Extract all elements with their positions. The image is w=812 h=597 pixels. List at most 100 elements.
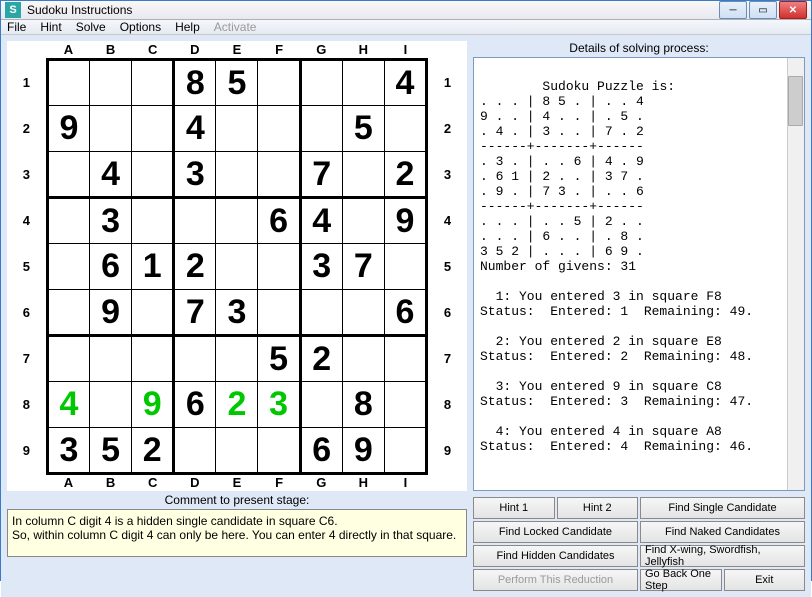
cell-F2[interactable] bbox=[258, 105, 300, 151]
cell-D1[interactable]: 8 bbox=[174, 59, 216, 105]
cell-H5[interactable]: 7 bbox=[342, 243, 384, 289]
cell-B3[interactable]: 4 bbox=[90, 151, 132, 197]
cell-F7[interactable]: 5 bbox=[258, 335, 300, 381]
cell-E3[interactable] bbox=[216, 151, 258, 197]
cell-H2[interactable]: 5 bbox=[342, 105, 384, 151]
cell-F1[interactable] bbox=[258, 59, 300, 105]
cell-B4[interactable]: 3 bbox=[90, 197, 132, 243]
cell-C5[interactable]: 1 bbox=[132, 243, 174, 289]
cell-H7[interactable] bbox=[342, 335, 384, 381]
cell-A6[interactable] bbox=[47, 289, 89, 335]
cell-I5[interactable] bbox=[384, 243, 426, 289]
menu-file[interactable]: File bbox=[7, 20, 26, 34]
cell-E9[interactable] bbox=[216, 427, 258, 473]
cell-A7[interactable] bbox=[47, 335, 89, 381]
cell-F5[interactable] bbox=[258, 243, 300, 289]
cell-G8[interactable] bbox=[300, 381, 342, 427]
cell-B2[interactable] bbox=[90, 105, 132, 151]
maximize-button[interactable]: ▭ bbox=[749, 1, 777, 19]
find-xwing-button[interactable]: Find X-wing, Swordfish, Jellyfish bbox=[640, 545, 805, 567]
cell-E7[interactable] bbox=[216, 335, 258, 381]
cell-G6[interactable] bbox=[300, 289, 342, 335]
cell-D2[interactable]: 4 bbox=[174, 105, 216, 151]
find-single-button[interactable]: Find Single Candidate bbox=[640, 497, 805, 519]
cell-H6[interactable] bbox=[342, 289, 384, 335]
cell-H3[interactable] bbox=[342, 151, 384, 197]
sudoku-board[interactable]: ABCDEFGHI1854129452343723436494561237569… bbox=[7, 41, 467, 491]
cell-C1[interactable] bbox=[132, 59, 174, 105]
cell-C3[interactable] bbox=[132, 151, 174, 197]
menu-help[interactable]: Help bbox=[175, 20, 200, 34]
cell-C7[interactable] bbox=[132, 335, 174, 381]
cell-G2[interactable] bbox=[300, 105, 342, 151]
cell-I3[interactable]: 2 bbox=[384, 151, 426, 197]
cell-H8[interactable]: 8 bbox=[342, 381, 384, 427]
cell-A5[interactable] bbox=[47, 243, 89, 289]
cell-B6[interactable]: 9 bbox=[90, 289, 132, 335]
cell-I2[interactable] bbox=[384, 105, 426, 151]
cell-H4[interactable] bbox=[342, 197, 384, 243]
menu-hint[interactable]: Hint bbox=[40, 20, 61, 34]
menu-options[interactable]: Options bbox=[120, 20, 161, 34]
cell-I1[interactable]: 4 bbox=[384, 59, 426, 105]
cell-A1[interactable] bbox=[47, 59, 89, 105]
find-hidden-button[interactable]: Find Hidden Candidates bbox=[473, 545, 638, 567]
cell-E5[interactable] bbox=[216, 243, 258, 289]
cell-G3[interactable]: 7 bbox=[300, 151, 342, 197]
minimize-button[interactable]: ─ bbox=[719, 1, 747, 19]
cell-I4[interactable]: 9 bbox=[384, 197, 426, 243]
cell-F6[interactable] bbox=[258, 289, 300, 335]
cell-E4[interactable] bbox=[216, 197, 258, 243]
cell-B9[interactable]: 5 bbox=[90, 427, 132, 473]
cell-B1[interactable] bbox=[90, 59, 132, 105]
solving-log[interactable]: Sudoku Puzzle is: . . . | 8 5 . | . . 4 … bbox=[473, 57, 805, 491]
cell-D7[interactable] bbox=[174, 335, 216, 381]
cell-C6[interactable] bbox=[132, 289, 174, 335]
cell-A4[interactable] bbox=[47, 197, 89, 243]
cell-C8[interactable]: 9 bbox=[132, 381, 174, 427]
cell-C9[interactable]: 2 bbox=[132, 427, 174, 473]
cell-H9[interactable]: 9 bbox=[342, 427, 384, 473]
cell-E2[interactable] bbox=[216, 105, 258, 151]
cell-F9[interactable] bbox=[258, 427, 300, 473]
cell-H1[interactable] bbox=[342, 59, 384, 105]
cell-I6[interactable]: 6 bbox=[384, 289, 426, 335]
cell-A2[interactable]: 9 bbox=[47, 105, 89, 151]
cell-D5[interactable]: 2 bbox=[174, 243, 216, 289]
hint1-button[interactable]: Hint 1 bbox=[473, 497, 555, 519]
cell-F4[interactable]: 6 bbox=[258, 197, 300, 243]
cell-D9[interactable] bbox=[174, 427, 216, 473]
exit-button[interactable]: Exit bbox=[724, 569, 806, 591]
cell-B8[interactable] bbox=[90, 381, 132, 427]
cell-F8[interactable]: 3 bbox=[258, 381, 300, 427]
cell-A8[interactable]: 4 bbox=[47, 381, 89, 427]
cell-C2[interactable] bbox=[132, 105, 174, 151]
cell-G1[interactable] bbox=[300, 59, 342, 105]
cell-G5[interactable]: 3 bbox=[300, 243, 342, 289]
cell-F3[interactable] bbox=[258, 151, 300, 197]
find-locked-button[interactable]: Find Locked Candidate bbox=[473, 521, 638, 543]
cell-E1[interactable]: 5 bbox=[216, 59, 258, 105]
cell-B7[interactable] bbox=[90, 335, 132, 381]
go-back-button[interactable]: Go Back One Step bbox=[640, 569, 722, 591]
close-button[interactable]: ✕ bbox=[779, 1, 807, 19]
cell-D3[interactable]: 3 bbox=[174, 151, 216, 197]
cell-D6[interactable]: 7 bbox=[174, 289, 216, 335]
scrollbar-vertical[interactable] bbox=[787, 58, 804, 490]
cell-D4[interactable] bbox=[174, 197, 216, 243]
cell-E6[interactable]: 3 bbox=[216, 289, 258, 335]
cell-A9[interactable]: 3 bbox=[47, 427, 89, 473]
find-naked-button[interactable]: Find Naked Candidates bbox=[640, 521, 805, 543]
cell-I7[interactable] bbox=[384, 335, 426, 381]
cell-E8[interactable]: 2 bbox=[216, 381, 258, 427]
cell-G9[interactable]: 6 bbox=[300, 427, 342, 473]
cell-C4[interactable] bbox=[132, 197, 174, 243]
cell-B5[interactable]: 6 bbox=[90, 243, 132, 289]
scroll-thumb[interactable] bbox=[788, 76, 803, 126]
cell-G4[interactable]: 4 bbox=[300, 197, 342, 243]
cell-I9[interactable] bbox=[384, 427, 426, 473]
hint2-button[interactable]: Hint 2 bbox=[557, 497, 639, 519]
cell-I8[interactable] bbox=[384, 381, 426, 427]
cell-D8[interactable]: 6 bbox=[174, 381, 216, 427]
menu-solve[interactable]: Solve bbox=[76, 20, 106, 34]
